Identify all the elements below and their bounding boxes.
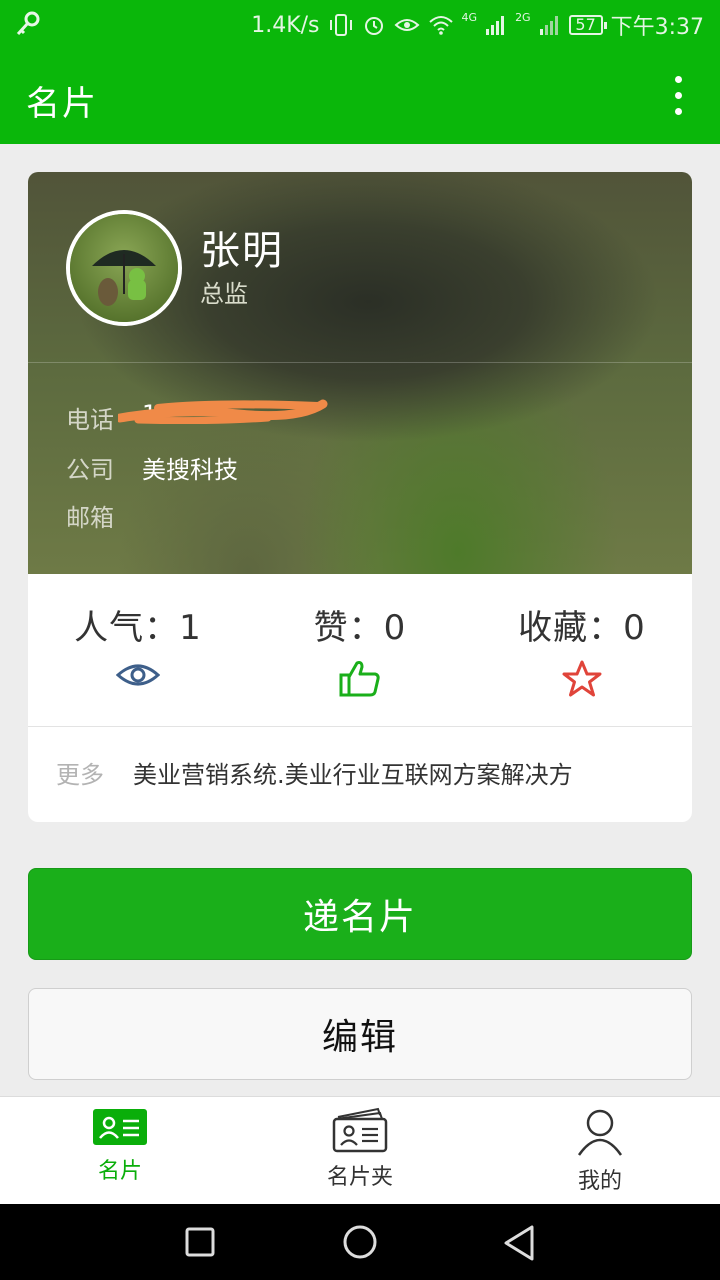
network-2g-label: 2G	[515, 10, 531, 24]
app-bar: 名片	[0, 50, 720, 144]
star-icon	[562, 660, 602, 697]
more-value: 美业营销系统.美业行业互联网方案解决方	[133, 761, 573, 789]
eye-comfort-icon	[394, 19, 420, 31]
network-4g-label: 4G	[461, 10, 478, 24]
tab-card[interactable]: 名片	[40, 1107, 200, 1185]
battery-indicator: 57	[568, 15, 607, 35]
like-count: 赞：0	[313, 608, 407, 648]
card-holder-icon	[332, 1107, 388, 1153]
network-speed: 1.4K/s	[251, 12, 320, 38]
tab-card-holder-label: 名片夹	[326, 1165, 393, 1190]
contact-name: 张明	[200, 228, 284, 274]
vibrate-icon	[329, 14, 352, 36]
thumbs-up-icon	[339, 661, 380, 697]
business-card: 张明 总监 电话 1 公司 美搜科技 邮箱 人气：1 赞：0 收藏：0 更多 美…	[28, 172, 692, 822]
tab-card-label: 名片	[97, 1159, 142, 1184]
person-icon	[577, 1109, 623, 1156]
redaction-scribble	[118, 399, 328, 424]
company-value: 美搜科技	[142, 456, 238, 484]
page-title: 名片	[26, 84, 98, 124]
popularity-count: 人气：1	[74, 608, 202, 648]
system-navigation-bar	[0, 1204, 720, 1280]
divider	[28, 362, 692, 363]
bottom-navigation: 名片 名片夹 我的	[0, 1096, 720, 1204]
contact-title: 总监	[200, 280, 248, 308]
send-card-button[interactable]: 递名片	[28, 868, 692, 960]
email-label: 邮箱	[66, 504, 114, 532]
like-stat[interactable]: 赞：0	[250, 600, 470, 699]
key-icon	[16, 11, 40, 36]
tab-card-holder[interactable]: 名片夹	[280, 1107, 440, 1191]
status-bar: 1.4K/s 4G 2G 57 下午3:37	[0, 0, 720, 50]
stats-section: 人气：1 赞：0 收藏：0	[28, 574, 692, 727]
company-row: 公司 美搜科技	[66, 450, 238, 485]
wifi-icon	[428, 16, 453, 35]
more-label: 更多	[56, 761, 104, 789]
card-icon	[93, 1109, 147, 1145]
tab-me-label: 我的	[577, 1169, 622, 1194]
popularity-stat[interactable]: 人气：1	[28, 600, 248, 691]
signal-icon	[486, 16, 505, 35]
avatar[interactable]	[66, 210, 182, 326]
alarm-icon	[364, 17, 383, 35]
home-icon[interactable]	[340, 1224, 380, 1264]
favorite-stat[interactable]: 收藏：0	[472, 600, 692, 699]
card-header-background: 张明 总监 电话 1 公司 美搜科技 邮箱	[28, 172, 692, 574]
eye-icon	[116, 664, 160, 686]
more-vertical-icon	[674, 76, 682, 83]
recents-icon[interactable]	[184, 1224, 216, 1260]
company-label: 公司	[66, 456, 114, 484]
back-icon[interactable]	[502, 1224, 538, 1264]
signal-weak-icon	[539, 16, 558, 35]
tab-me[interactable]: 我的	[520, 1107, 680, 1195]
edit-button[interactable]: 编辑	[28, 988, 692, 1080]
clock: 下午3:37	[610, 15, 704, 40]
email-row: 邮箱	[66, 498, 142, 533]
favorite-count: 收藏：0	[518, 608, 646, 648]
avatar-image	[70, 214, 178, 322]
overflow-menu-button[interactable]	[666, 76, 690, 120]
more-info-row[interactable]: 更多 美业营销系统.美业行业互联网方案解决方	[56, 755, 573, 790]
